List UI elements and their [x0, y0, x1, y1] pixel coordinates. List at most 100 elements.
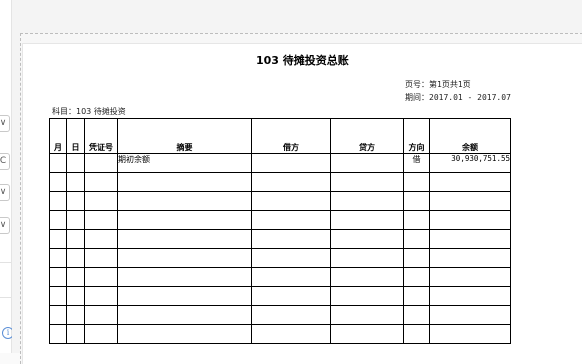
- cell-day: [66, 172, 85, 192]
- cell-summary: [117, 324, 252, 344]
- cell-voucher: [84, 191, 118, 211]
- cell-day: [66, 191, 85, 211]
- cell-day: [66, 153, 85, 173]
- cell-day: [66, 210, 85, 230]
- cell-day: [66, 248, 85, 268]
- cell-credit: [330, 324, 404, 344]
- cell-balance: [429, 305, 511, 325]
- cell-day: [66, 267, 85, 287]
- cell-balance: [429, 324, 511, 344]
- table-row: [49, 267, 511, 287]
- cell-credit: [330, 229, 404, 249]
- cell-direction: [403, 267, 430, 287]
- table-row: 期初余额 借 30,930,751.55: [49, 153, 511, 173]
- cell-day: [66, 229, 85, 249]
- panel-divider: [0, 262, 11, 263]
- dropdown-chevron-icon[interactable]: ∨: [0, 184, 10, 201]
- cell-direction: [403, 210, 430, 230]
- column-header-balance: 余额: [429, 118, 511, 154]
- column-header-credit: 贷方: [330, 118, 404, 154]
- cell-voucher: [84, 324, 118, 344]
- cell-credit: [330, 153, 404, 173]
- cell-balance: [429, 229, 511, 249]
- cell-voucher: [84, 286, 118, 306]
- cell-debit: [251, 286, 331, 306]
- cell-balance: [429, 248, 511, 268]
- cell-voucher: [84, 210, 118, 230]
- panel-divider: [0, 297, 11, 298]
- cell-day: [66, 324, 85, 344]
- cell-month: [49, 286, 67, 306]
- cell-month: [49, 191, 67, 211]
- cell-direction: [403, 286, 430, 306]
- cell-summary: 期初余额: [117, 153, 252, 173]
- cell-debit: [251, 229, 331, 249]
- cell-debit: [251, 305, 331, 325]
- general-ledger-table: 月 日 凭证号 摘要 借方 贷方 方向 余额 期初余额 借 30,930,751.5…: [49, 118, 511, 344]
- table-row: [49, 324, 511, 344]
- subject-value: 103 待摊投资: [76, 107, 126, 116]
- cell-summary: [117, 172, 252, 192]
- cell-month: [49, 210, 67, 230]
- cell-balance: [429, 210, 511, 230]
- cell-direction: [403, 229, 430, 249]
- cell-voucher: [84, 305, 118, 325]
- cell-day: [66, 305, 85, 325]
- table-row: [49, 210, 511, 230]
- cell-balance: [429, 172, 511, 192]
- cell-summary: [117, 248, 252, 268]
- cell-month: [49, 172, 67, 192]
- subject-label: 科目：: [52, 107, 76, 116]
- cell-voucher: [84, 153, 118, 173]
- cell-direction: 借: [403, 153, 430, 173]
- cell-balance: [429, 191, 511, 211]
- subject-line: 科目：103 待摊投资: [52, 106, 126, 117]
- cell-credit: [330, 267, 404, 287]
- cell-month: [49, 248, 67, 268]
- refresh-icon[interactable]: C: [0, 153, 10, 170]
- period-line: 期间：2017.01 - 2017.07: [405, 92, 511, 103]
- dropdown-chevron-icon[interactable]: ∨: [0, 217, 10, 234]
- cell-direction: [403, 248, 430, 268]
- table-body: 期初余额 借 30,930,751.55: [49, 153, 511, 344]
- column-header-summary: 摘要: [117, 118, 252, 154]
- cell-debit: [251, 153, 331, 173]
- cell-debit: [251, 267, 331, 287]
- cell-summary: [117, 191, 252, 211]
- table-header-row: 月 日 凭证号 摘要 借方 贷方 方向 余额: [49, 118, 511, 154]
- cell-month: [49, 267, 67, 287]
- period-label: 期间：: [405, 93, 429, 102]
- cell-month: [49, 229, 67, 249]
- cell-voucher: [84, 172, 118, 192]
- cell-credit: [330, 191, 404, 211]
- page-number: 页号：第1页共1页: [405, 80, 471, 89]
- cell-voucher: [84, 229, 118, 249]
- cell-debit: [251, 248, 331, 268]
- cell-direction: [403, 324, 430, 344]
- cell-month: [49, 153, 67, 173]
- column-header-direction: 方向: [403, 118, 430, 154]
- column-header-day: 日: [66, 118, 85, 154]
- table-row: [49, 305, 511, 325]
- left-side-panel: ∨ C ∨ ∨ i: [0, 0, 14, 353]
- cell-direction: [403, 191, 430, 211]
- cell-credit: [330, 210, 404, 230]
- cell-summary: [117, 305, 252, 325]
- cell-voucher: [84, 248, 118, 268]
- report-title: 103 待摊投资总账: [256, 54, 349, 67]
- column-header-debit: 借方: [251, 118, 331, 154]
- cell-summary: [117, 210, 252, 230]
- collapse-chevron-icon[interactable]: ∨: [0, 115, 10, 132]
- cell-debit: [251, 191, 331, 211]
- table-row: [49, 248, 511, 268]
- cell-credit: [330, 286, 404, 306]
- cell-credit: [330, 172, 404, 192]
- cell-debit: [251, 210, 331, 230]
- cell-day: [66, 286, 85, 306]
- table-row: [49, 172, 511, 192]
- cell-month: [49, 305, 67, 325]
- cell-balance: [429, 267, 511, 287]
- cell-direction: [403, 305, 430, 325]
- table-row: [49, 229, 511, 249]
- cell-summary: [117, 286, 252, 306]
